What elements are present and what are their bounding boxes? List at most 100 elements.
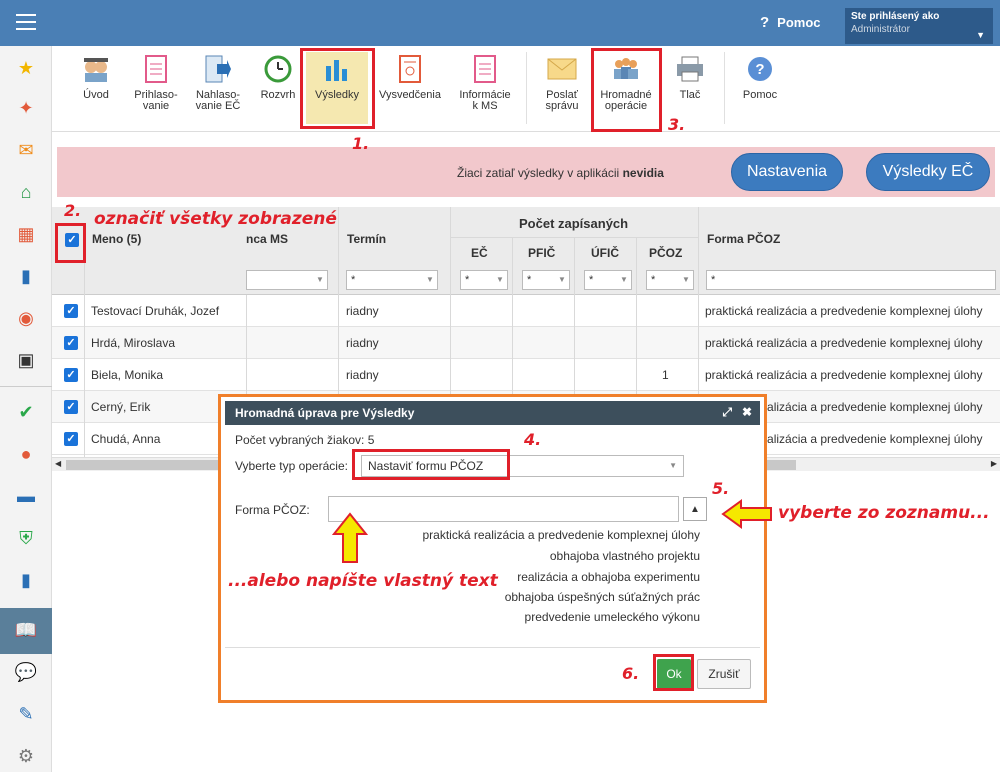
grid-divider (450, 207, 451, 295)
filter-ufic[interactable]: * ▼ (584, 270, 632, 290)
forma-label: Forma PČOZ: (235, 503, 310, 517)
arrow-up-annotation (332, 512, 368, 563)
filter-ec[interactable]: * ▼ (460, 270, 508, 290)
forma-input[interactable] (328, 496, 679, 522)
toolbar: Úvod Prihlaso- vanie Nahlaso- vanie EČ R… (52, 46, 1000, 132)
row-checkbox[interactable]: ✓ (64, 400, 78, 414)
gear-icon[interactable]: ⚙ (14, 744, 38, 768)
forma-option[interactable]: obhajoba úspešných súťažných prác (505, 590, 700, 604)
operation-label: Vyberte typ operácie: (235, 459, 348, 473)
chevron-down-icon: ▼ (620, 275, 628, 284)
col-forma-header[interactable]: Forma PČOZ (707, 232, 780, 246)
scroll-right-icon[interactable]: ▶ (991, 459, 997, 468)
table-row[interactable]: ✓ Hrdá, Miroslava riadny praktická reali… (52, 327, 1000, 359)
envelope-icon[interactable]: ✉ (14, 138, 38, 162)
grid-divider (84, 295, 85, 457)
help-link[interactable]: ? Pomoc (760, 14, 821, 31)
help-icon: ? (745, 54, 775, 84)
forma-option[interactable]: predvedenie umeleckého výkonu (525, 610, 700, 624)
grid-divider (574, 237, 575, 295)
col-term-header[interactable]: Termín (347, 232, 386, 246)
sidebar-divider (0, 386, 52, 387)
col-pcoz-header[interactable]: PČOZ (649, 246, 682, 260)
chevron-down-icon: ▼ (316, 275, 324, 284)
magic-wand-icon[interactable]: ✦ (14, 96, 38, 120)
filter-forma[interactable]: * (706, 270, 996, 290)
badge-icon[interactable]: ● (14, 442, 38, 466)
calendar-icon[interactable]: ▣ (14, 348, 38, 372)
chevron-down-icon: ▼ (669, 461, 677, 470)
certificate-icon (395, 54, 425, 84)
table-row[interactable]: ✓ Biela, Monika riadny 1 praktická reali… (52, 359, 1000, 391)
row-checkbox[interactable]: ✓ (64, 304, 78, 318)
highlight-operation (352, 449, 510, 480)
chevron-down-icon: ▼ (496, 275, 504, 284)
maximize-icon[interactable]: ⤢ (722, 405, 732, 420)
grid-divider (698, 207, 699, 295)
question-icon: ? (760, 14, 770, 31)
toolbar-pomoc[interactable]: ? Pomoc (734, 54, 786, 101)
envelope-icon (547, 54, 577, 84)
clock-icon (263, 54, 293, 84)
home-icon[interactable]: ⌂ (14, 180, 38, 204)
grid-icon[interactable]: ▦ (14, 222, 38, 246)
open-book-icon[interactable]: 📖 (14, 618, 38, 642)
toolbar-prihlasovanie[interactable]: Prihlaso- vanie (126, 54, 186, 112)
toggle-list-button[interactable]: ▲ (683, 497, 707, 521)
check-icon[interactable]: ✔ (14, 400, 38, 424)
form-icon (141, 54, 171, 84)
toolbar-nahlasovanie-ec[interactable]: Nahlaso- vanie EČ (188, 54, 248, 112)
settings-button[interactable]: Nastavenia (731, 153, 843, 191)
close-icon[interactable]: ✖ (742, 405, 752, 419)
person-icon[interactable]: ◉ (14, 306, 38, 330)
filter-pfic[interactable]: * ▼ (522, 270, 570, 290)
chevron-down-icon: ▼ (976, 30, 985, 40)
bar-chart-icon[interactable]: ▮ (14, 568, 38, 592)
shield-icon[interactable]: ⛨ (14, 526, 38, 550)
cancel-button[interactable]: Zrušiť (697, 659, 751, 689)
toolbar-informacie-ms[interactable]: Informácie k MS (452, 54, 518, 112)
scroll-left-icon[interactable]: ◀ (55, 459, 61, 468)
table-row[interactable]: ✓ Testovací Druhák, Jozef riadny praktic… (52, 295, 1000, 327)
toolbar-poslat-spravu[interactable]: Poslať správu (534, 54, 590, 112)
results-ec-button[interactable]: Výsledky EČ (866, 153, 990, 191)
pen-icon[interactable]: ✎ (14, 702, 38, 726)
row-checkbox[interactable]: ✓ (64, 336, 78, 350)
filter-term[interactable]: * ▼ (346, 270, 438, 290)
filter-ms[interactable]: ▼ (246, 270, 328, 290)
star-icon[interactable]: ★ (14, 56, 38, 80)
chat-icon[interactable]: 💬 (14, 660, 38, 684)
annotation-write-text: ...alebo napíšte vlastný text (228, 571, 498, 591)
send-icon (203, 54, 233, 84)
user-menu[interactable]: Ste prihlásený ako Administrátor ▼ (845, 8, 993, 44)
row-checkbox[interactable]: ✓ (64, 368, 78, 382)
col-name-header[interactable]: Meno (5) (92, 232, 141, 246)
students-icon (81, 54, 111, 84)
book-icon[interactable]: ▮ (14, 264, 38, 288)
col-ms-header[interactable]: nca MS (246, 232, 288, 246)
toolbar-uvod[interactable]: Úvod (70, 54, 122, 101)
menu-icon[interactable] (16, 14, 36, 30)
highlight-select-all (55, 223, 86, 263)
toolbar-tlac[interactable]: Tlač (666, 54, 714, 101)
chevron-down-icon: ▼ (558, 275, 566, 284)
forma-option[interactable]: realizácia a obhajoba experimentu (517, 570, 700, 584)
user-label: Ste prihlásený ako (851, 11, 940, 22)
filter-pcoz[interactable]: * ▼ (646, 270, 694, 290)
toolbar-rozvrh[interactable]: Rozvrh (252, 54, 304, 101)
top-bar: ? Pomoc Ste prihlásený ako Administrátor … (0, 0, 1000, 46)
col-pfic-header[interactable]: PFIČ (528, 246, 555, 260)
grid-divider (84, 263, 85, 295)
row-checkbox[interactable]: ✓ (64, 432, 78, 446)
banner-text: Žiaci zatiaľ výsledky v aplikácii nevidi… (457, 166, 664, 180)
toolbar-vysvedcenia[interactable]: Vysvedčenia (374, 54, 446, 101)
forma-option[interactable]: obhajoba vlastného projektu (550, 549, 700, 563)
col-ec-header[interactable]: EČ (471, 246, 488, 260)
annotation-step-3: 3. (668, 115, 686, 134)
info-doc-icon (470, 54, 500, 84)
forma-option[interactable]: praktická realizácia a predvedenie kompl… (423, 528, 701, 542)
dialog-title: Hromadná úprava pre Výsledky (235, 406, 415, 420)
col-ufic-header[interactable]: ÚFIČ (591, 246, 619, 260)
annotation-step-2-text: označiť všetky zobrazené (94, 209, 337, 229)
briefcase-icon[interactable]: ▬ (14, 484, 38, 508)
